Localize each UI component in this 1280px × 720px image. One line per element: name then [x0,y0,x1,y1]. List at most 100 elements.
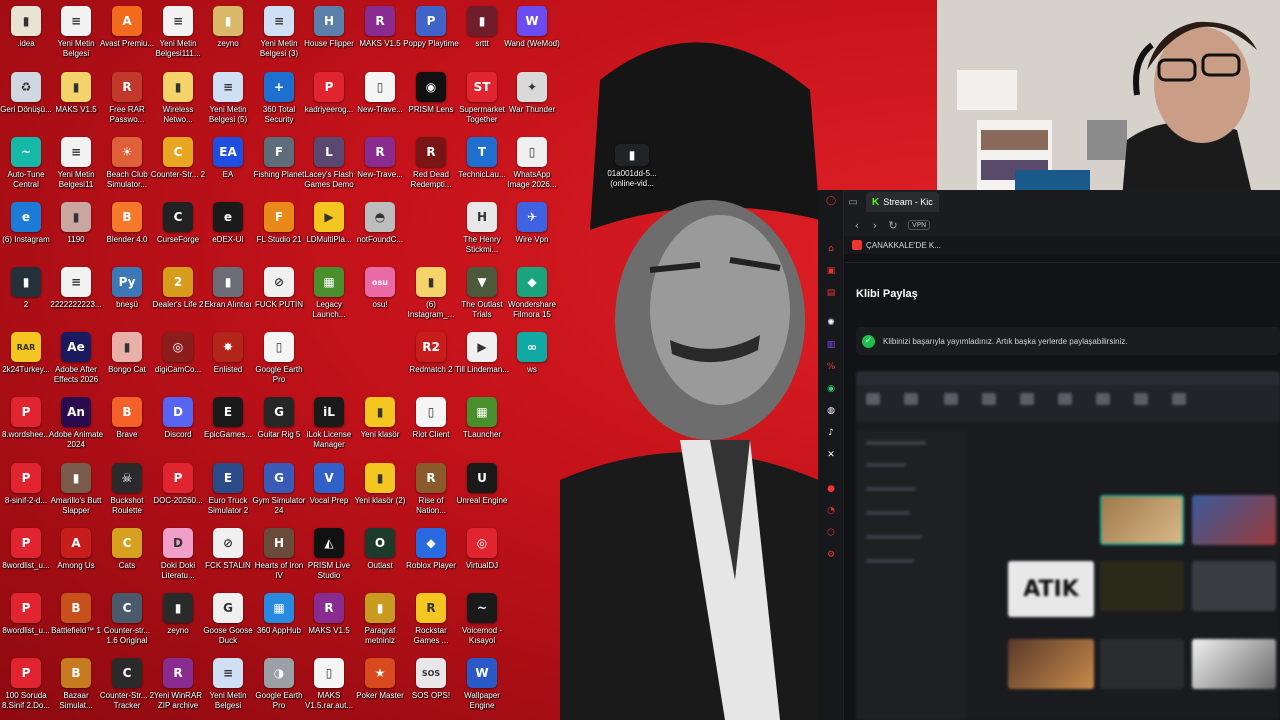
desktop-icon[interactable]: E Euro Truck Simulator 2 [202,463,254,525]
desktop-icon[interactable]: R Yeni WinRAR ZIP archive [152,658,204,720]
chat-icon[interactable]: ▤ [824,286,838,300]
desktop-icon[interactable]: ≡ Yeni Metin Belgesi [202,658,254,720]
desktop-icon[interactable]: ≡ Yeni Metin Belgesi [50,6,102,68]
desktop-icon[interactable]: R MAKS V1.5 [354,6,406,68]
desktop-icon[interactable]: G Gym Simulator 24 [253,463,305,525]
desktop-icon[interactable]: ▮ Bongo Cat [101,332,153,394]
desktop-icon[interactable]: A Among Us [50,528,102,590]
discord-icon[interactable]: ◍ [824,404,838,418]
settings-icon[interactable]: ⚙ [824,548,838,562]
desktop-icon[interactable]: ▮ Paragraf metniniz [354,593,406,655]
desktop-icon[interactable]: ★ Poker Master [354,658,406,720]
desktop-icon[interactable]: ⊘ FCK STALIN [202,528,254,590]
desktop-icon[interactable]: C Cats [101,528,153,590]
desktop-icon[interactable]: ≡ Yeni Metin Belgesi111... [152,6,204,68]
home-icon[interactable]: ⌂ [824,242,838,256]
desktop-icon[interactable]: G Guitar Rig 5 [253,397,305,459]
history-icon[interactable]: ◔ [824,504,838,518]
tab-stream[interactable]: K Stream - Kic [866,192,939,212]
opera-logo-icon[interactable]: ◯ [824,194,838,208]
desktop-icon[interactable]: ▮ zeyno [152,593,204,655]
desktop-icon[interactable]: P Poppy Playtime [403,6,459,68]
desktop-icon[interactable]: ◉ PRISM Lens [405,72,457,134]
desktop-icon[interactable]: B Battlefield™ 1 [50,593,102,655]
desktop-icon[interactable]: G Goose Goose Duck [202,593,254,655]
desktop-icon[interactable]: D Doki Doki Literatu... [152,528,204,590]
desktop-icon[interactable]: L Lacey's Flash Games Demo [303,137,355,199]
desktop-icon[interactable]: ≡ Yeni Metin Belgesi11 [50,137,102,199]
desktop-icon[interactable]: e eDEX-UI [202,202,254,264]
vpn-badge[interactable]: VPN [908,220,931,230]
desktop-icon[interactable]: ◑ Google Earth Pro [253,658,305,720]
desktop-icon[interactable]: ♻ Geri Dönüşü... [0,72,52,134]
desktop-icon[interactable]: P 8-sinif-2-d... [0,463,52,525]
desktop-icon[interactable]: ~ Auto-Tune Central [0,137,52,199]
desktop-icon[interactable]: +360 Total Security [253,72,305,134]
desktop-icon[interactable]: C Counter-Str... 2 Tracker [100,658,154,720]
desktop-icon[interactable]: EA EA [202,137,254,199]
desktop-icon[interactable]: D Discord [152,397,204,459]
desktop-icon[interactable]: ▮ 1190 [50,202,102,264]
desktop-icon[interactable]: ▮ .idea [0,6,52,68]
desktop-icon[interactable]: ▼ The Outlast Trials [456,267,508,329]
desktop-icon[interactable]: ▶ Till Lindeman... [455,332,509,394]
desktop-icon[interactable]: H Hearts of Iron IV [253,528,305,590]
desktop-icon[interactable]: R Rise of Nation... [405,463,457,525]
desktop-icon[interactable]: ▦ TLauncher [456,397,508,459]
desktop-icon[interactable]: W Wand (WeMod) [504,6,560,68]
desktop-icon[interactable]: H The Henry Stickmi... [456,202,508,264]
desktop-icon[interactable]: 2 Dealer's Life 2 [152,267,204,329]
desktop-icon[interactable]: R Red Dead Redempti... [405,137,457,199]
desktop-icon[interactable]: R New-Trave... [354,137,406,199]
desktop-icon[interactable]: P DOC-20260... [152,463,204,525]
reload-icon[interactable]: ↻ [886,219,900,232]
desktop-icon[interactable]: ◆ Roblox Player [405,528,457,590]
desktop-icon[interactable]: ▮ Wireless Netwo... [152,72,204,134]
bag-icon[interactable]: ▣ [824,264,838,278]
desktop-icon[interactable]: F Fishing Planet [253,137,305,199]
percent-icon[interactable]: % [824,360,838,374]
desktop-icon[interactable]: R MAKS V1.5 [303,593,355,655]
desktop-icon[interactable]: ◎ VirtualDJ [456,528,508,590]
desktop-icon[interactable]: ◭ PRISM Live Studio [303,528,355,590]
desktop-icon[interactable]: ▮ zeyno [202,6,254,68]
desktop-icon[interactable]: ▯ Riot Client [405,397,457,459]
desktop-icon[interactable]: ◓ notFoundC... [354,202,406,264]
desktop-icon[interactable]: T TechnicLau... [456,137,508,199]
desktop-icon[interactable]: ✦ War Thunder [506,72,558,134]
desktop-icon[interactable]: ∞ ws [506,332,558,394]
desktop-icon[interactable]: R Free RAR Passwo... [101,72,153,134]
desktop-icon[interactable]: C Counter-Str... 2 [151,137,205,199]
desktop-icon[interactable]: ▮ MAKS V1.5 [50,72,102,134]
desktop-icon[interactable]: ST Supermarket Together [456,72,508,134]
desktop-icon[interactable]: ▮ Amarillo's Butt Slapper [50,463,102,525]
desktop-icon[interactable]: ▦ 360 AppHub [253,593,305,655]
desktop-icon[interactable]: W Wallpaper Engine [456,658,508,720]
desktop-icon[interactable]: ▮ 01a001dd-5... (online-vid... [606,144,658,206]
desktop-icon[interactable]: ≡ Yeni Metin Belgesi (3) [253,6,305,68]
desktop-icon[interactable]: ▮ Yeni klasör (2) [354,463,406,525]
desktop-icon[interactable]: ▯ New-Trave... [354,72,406,134]
desktop-icon[interactable]: ▮ Ekran Alıntısı [202,267,254,329]
x-icon[interactable]: ✕ [824,448,838,462]
desktop-icon[interactable]: ▯ Google Earth Pro [253,332,305,394]
desktop-icon[interactable]: ▯ MAKS V1.5.rar.aut... [303,658,355,720]
desktop-icon[interactable]: B Blender 4.0 [101,202,153,264]
desktop-icon[interactable]: V Vocal Prep [303,463,355,525]
desktop-icon[interactable]: RAR 2k24Turkey... [0,332,52,394]
desktop-icon[interactable]: Pkadriyeerog... [303,72,355,134]
bookmark-item[interactable]: ÇANAKKALE'DE K... [866,241,941,250]
forward-icon[interactable]: › [868,219,882,232]
desktop-icon[interactable]: B Bazaar Simulat... [50,658,102,720]
desktop-icon[interactable]: ≡ Yeni Metin Belgesi (5) [202,72,254,134]
desktop-icon[interactable]: osu osu! [354,267,406,329]
desktop-icon[interactable]: P 8wordlist_u... [0,593,52,655]
tab-menu-icon[interactable]: ▭ [844,190,862,214]
desktop-icon[interactable]: P 8wordlist_u... [0,528,52,590]
record-icon[interactable]: ● [824,482,838,496]
desktop-icon[interactable]: E EpicGames... [202,397,254,459]
desktop-icon[interactable]: R Rockstar Games ... [405,593,457,655]
desktop-icon[interactable]: ≡ 2222222223... [50,267,102,329]
desktop-icon[interactable]: R2 Redmatch 2 [405,332,457,394]
ai-icon[interactable]: ✺ [824,316,838,330]
